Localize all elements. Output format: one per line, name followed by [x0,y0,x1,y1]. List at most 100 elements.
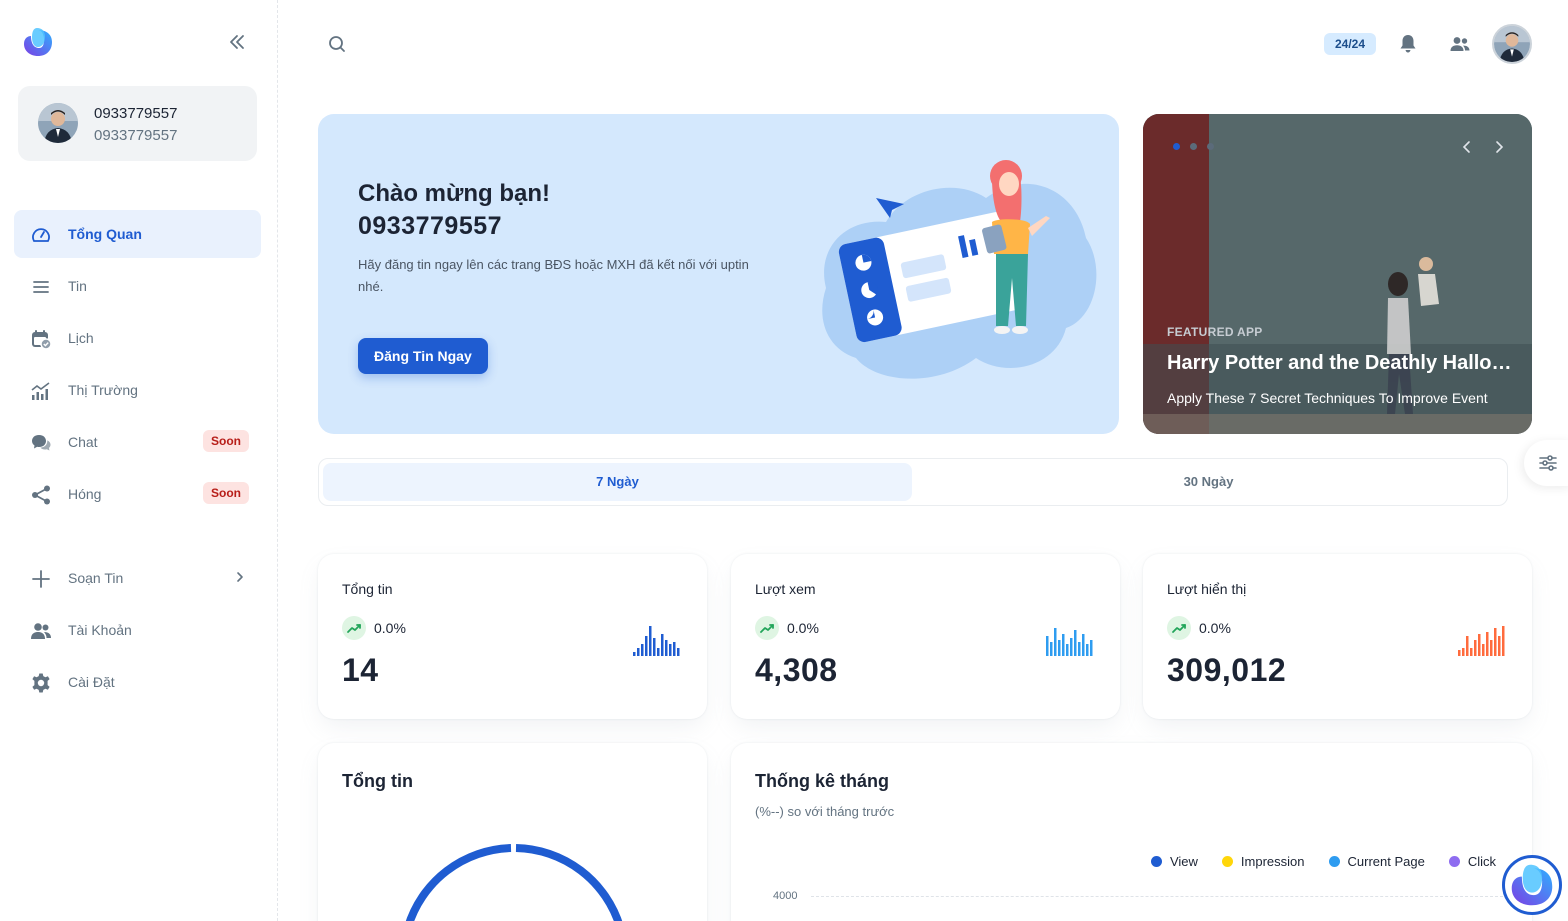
featured-carousel[interactable]: FEATURED APP Harry Potter and the Deathl… [1143,114,1532,434]
featured-image [1143,114,1532,434]
y-axis-tick: 4000 [773,890,798,902]
legend-item-impression[interactable]: Impression [1221,854,1305,869]
carousel-dot[interactable] [1190,143,1197,150]
sidebar-item-tong-quan[interactable]: Tổng Quan [14,210,261,258]
account-card[interactable]: 0933779557 0933779557 [18,86,257,161]
quota-badge: 24/24 [1324,33,1376,55]
stat-value: 4,308 [755,652,838,688]
chart-gridline [811,896,1508,897]
assistant-launcher-button[interactable] [1502,855,1562,915]
chevron-right-icon [237,572,243,582]
share-icon [32,485,50,505]
welcome-title: Chào mừng bạn! [358,180,551,207]
featured-subtitle: Apply These 7 Secret Techniques To Impro… [1167,390,1488,406]
sidebar-item-label: Soạn Tin [68,570,124,586]
sidebar: 0933779557 0933779557 Tổng Quan Tin Lịch… [0,0,278,921]
carousel-dot[interactable] [1207,143,1214,150]
card-subtitle: (%--) so với tháng trước [755,804,895,819]
analytics-icon [31,382,50,400]
featured-kicker: FEATURED APP [1167,325,1263,339]
sparkline-chart [1046,628,1093,656]
legend-label: Impression [1240,854,1305,869]
sidebar-item-label: Tổng Quan [68,226,142,242]
sidebar-item-soan-tin[interactable]: Soạn Tin [14,554,261,602]
plus-icon [32,570,50,588]
welcome-phone: 0933779557 [358,212,503,240]
calendar-icon [32,330,52,350]
chevron-left-icon[interactable] [1458,138,1476,156]
legend-item-view[interactable]: View [1150,854,1198,869]
chart-legend: View Impression Current Page Click [1150,854,1496,869]
legend-label: View [1169,854,1198,869]
chevron-right-icon[interactable] [1490,138,1508,156]
sidebar-item-cai-dat[interactable]: Cài Đặt [14,658,261,706]
post-now-button[interactable]: Đăng Tin Ngay [358,338,488,374]
stat-card-tong-tin: Tổng tin 0.0% 14 [318,554,707,719]
total-posts-card: Tổng tin [318,743,707,921]
account-name: 0933779557 [94,105,178,122]
card-title: Tổng tin [342,771,413,791]
user-avatar-button[interactable] [1492,24,1532,64]
legend-swatch [1150,856,1162,867]
legend-label: Click [1467,854,1496,869]
carousel-dots [1173,143,1214,150]
app-logo[interactable] [22,26,54,58]
trending-up-icon [1167,616,1191,640]
sidebar-item-label: Lịch [68,330,94,346]
chat-icon [32,435,51,451]
legend-swatch [1448,856,1460,867]
welcome-description: Hãy đăng tin ngay lên các trang BĐS hoặc… [358,257,749,294]
stat-percent: 0.0% [787,620,819,636]
tab-30-ngay[interactable]: 30 Ngày [914,463,1503,501]
app-root: 0933779557 0933779557 Tổng Quan Tin Lịch… [0,0,1568,921]
legend-swatch [1221,856,1233,867]
app-logo-icon [1511,864,1553,906]
sparkline-chart [1458,626,1505,656]
collapse-sidebar-icon[interactable] [226,32,248,52]
trending-up-icon [342,616,366,640]
legend-item-current-page[interactable]: Current Page [1328,854,1425,869]
stat-title: Lượt hiển thị [1167,581,1247,597]
sidebar-item-label: Cài Đặt [68,674,115,690]
stat-percent: 0.0% [1199,620,1231,636]
users-icon [31,623,51,639]
legend-swatch [1328,856,1340,867]
stat-value: 309,012 [1167,652,1287,688]
settings-drawer-button[interactable] [1524,440,1568,486]
stat-value: 14 [342,652,379,688]
account-phone: 0933779557 [94,127,178,144]
trending-up-icon [755,616,779,640]
stat-percent: 0.0% [374,620,406,636]
sidebar-item-label: Tài Khoản [68,622,132,638]
donut-chart [405,844,623,921]
soon-badge: Soon [203,430,249,452]
sidebar-item-tai-khoan[interactable]: Tài Khoản [14,606,261,654]
tab-7-ngay[interactable]: 7 Ngày [323,463,912,501]
welcome-banner: Chào mừng bạn! 0933779557 Hãy đăng tin n… [318,114,1119,434]
contacts-icon[interactable] [1449,33,1471,55]
sidebar-item-hong[interactable]: Hóng Soon [14,470,261,518]
stat-card-luot-xem: Lượt xem 0.0% 4,308 [731,554,1120,719]
sidebar-item-label: Chat [68,434,98,450]
dashboard-icon [32,228,50,242]
stat-card-luot-hien-thi: Lượt hiển thị 0.0% 309,012 [1143,554,1532,719]
gear-icon [32,673,50,693]
bell-icon[interactable] [1397,33,1419,55]
featured-title[interactable]: Harry Potter and the Deathly Hallows - P… [1167,352,1512,375]
card-title: Thống kê tháng [755,771,889,791]
sliders-icon [1539,455,1557,471]
list-icon [33,281,49,293]
monthly-stats-card: Thống kê tháng (%--) so với tháng trước … [731,743,1532,921]
legend-item-click[interactable]: Click [1448,854,1496,869]
stat-title: Tổng tin [342,581,393,597]
sidebar-item-chat[interactable]: Chat Soon [14,418,261,466]
search-icon[interactable] [326,33,348,55]
carousel-dot[interactable] [1173,143,1180,150]
stat-title: Lượt xem [755,581,816,597]
sidebar-item-tin[interactable]: Tin [14,262,261,310]
sidebar-item-lich[interactable]: Lịch [14,314,261,362]
soon-badge: Soon [203,482,249,504]
legend-label: Current Page [1347,854,1425,869]
sidebar-item-label: Tin [68,278,87,294]
sidebar-item-thi-truong[interactable]: Thị Trường [14,366,261,414]
